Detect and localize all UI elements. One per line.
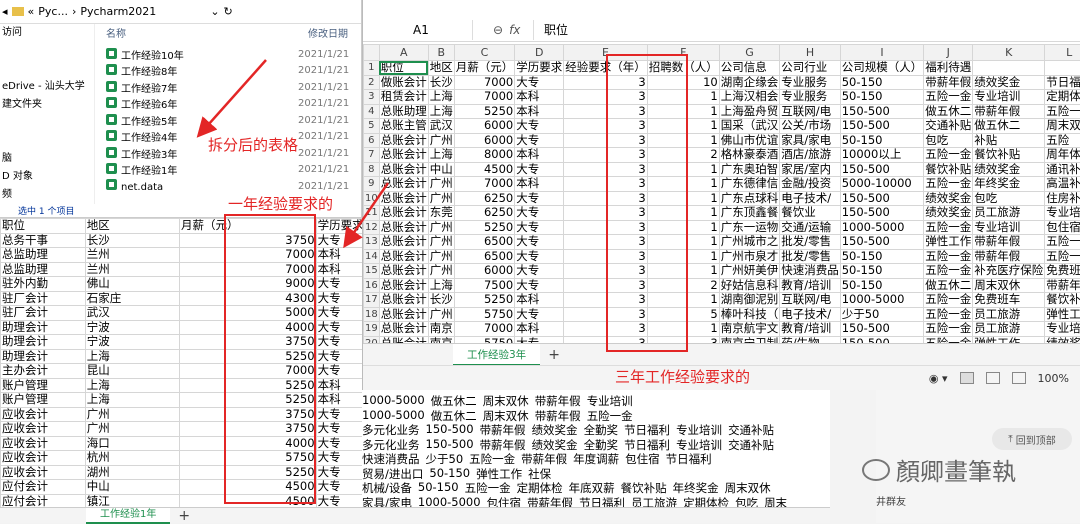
annotation-arrows	[0, 0, 1080, 523]
arrow-to-files	[200, 60, 266, 134]
arrow-to-1yr	[346, 183, 388, 244]
